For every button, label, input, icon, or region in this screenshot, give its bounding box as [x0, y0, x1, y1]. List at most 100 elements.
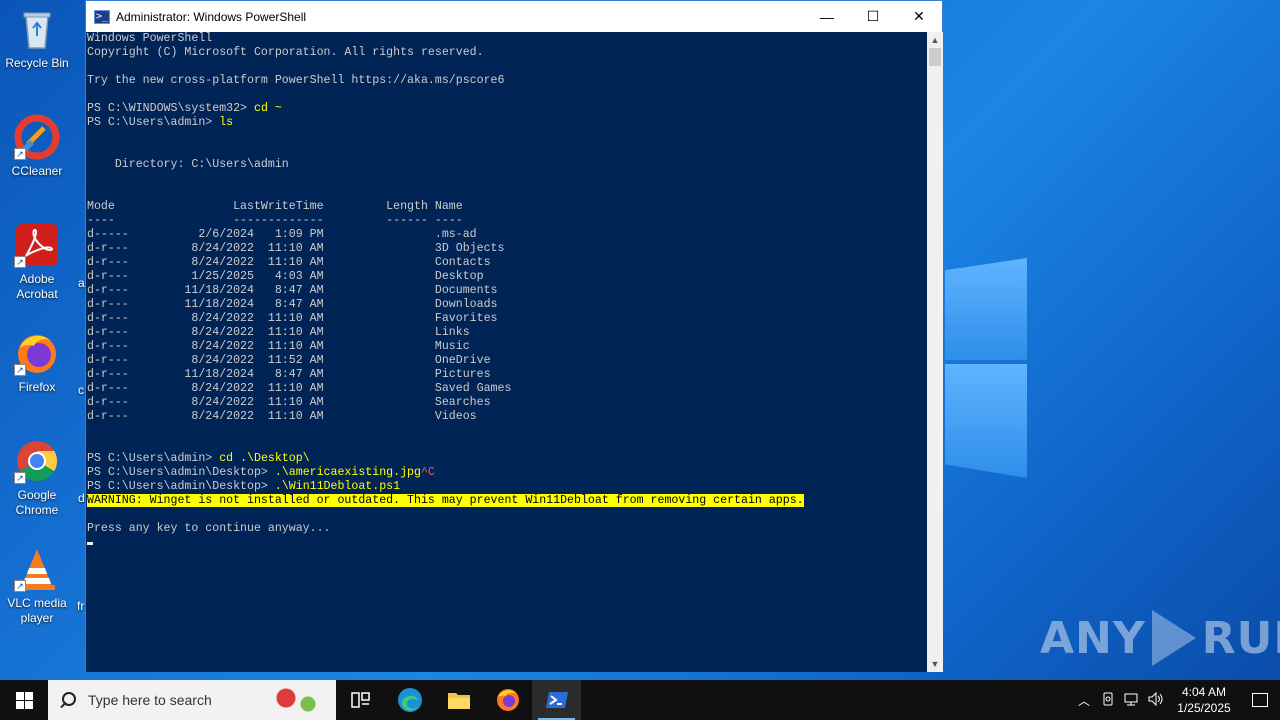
console-line: PS C:\Users\admin> ls: [87, 116, 927, 130]
console-line: d-r--- 11/18/2024 8:47 AM Pictures: [87, 368, 491, 381]
device-icon[interactable]: [1096, 692, 1120, 709]
shortcut-arrow-icon: ↗: [14, 364, 26, 376]
file-explorer-taskbar-button[interactable]: [434, 680, 483, 720]
maximize-button[interactable]: ☐: [850, 1, 896, 32]
shortcut-arrow-icon: ↗: [14, 580, 26, 592]
notification-center-button[interactable]: [1240, 680, 1280, 720]
console-line: Press any key to continue anyway...: [87, 522, 331, 535]
console-output[interactable]: Windows PowerShell Copyright (C) Microsof…: [86, 32, 927, 672]
ccleaner-icon: ↗: [14, 114, 60, 160]
desktop-icon-label: Firefox: [18, 380, 56, 394]
task-view-button[interactable]: [336, 680, 385, 720]
console-line: d-r--- 8/24/2022 11:10 AM Videos: [87, 410, 477, 423]
partial-desktop-label: fr: [77, 599, 85, 613]
desktop-icon-label: CCleaner: [11, 164, 63, 178]
scrollbar-thumb[interactable]: [929, 48, 941, 66]
minimize-button[interactable]: —: [804, 1, 850, 32]
vertical-scrollbar[interactable]: ▲ ▼: [927, 32, 943, 672]
shortcut-arrow-icon: ↗: [14, 472, 26, 484]
powershell-window[interactable]: >_ Administrator: Windows PowerShell — ☐…: [85, 0, 943, 672]
start-button[interactable]: [0, 680, 48, 720]
desktop-icon-adobe-acrobat[interactable]: ↗ Adobe Acrobat: [2, 222, 72, 302]
command-text: .\americaexisting.jpg: [274, 466, 421, 479]
adobe-acrobat-icon: ↗: [14, 222, 60, 268]
logo-pane-bottom: [945, 364, 1027, 478]
scroll-down-arrow-icon[interactable]: ▼: [927, 656, 943, 672]
console-line: Copyright (C) Microsoft Corporation. All…: [87, 46, 484, 59]
prompt-text: PS C:\Users\admin\Desktop>: [87, 466, 275, 479]
close-button[interactable]: ✕: [896, 1, 942, 32]
console-line: d-r--- 1/25/2025 4:03 AM Desktop: [87, 270, 484, 283]
prompt-text: PS C:\WINDOWS\system32>: [87, 102, 254, 115]
powershell-taskbar-button[interactable]: [532, 680, 581, 720]
search-highlight-image: [266, 684, 330, 716]
search-placeholder: Type here to search: [88, 692, 212, 708]
search-icon: [60, 691, 78, 709]
anyrun-watermark: ANY RUN: [1040, 610, 1280, 666]
window-titlebar[interactable]: >_ Administrator: Windows PowerShell — ☐…: [86, 1, 942, 32]
console-line: [87, 536, 927, 550]
firefox-icon: [496, 689, 519, 711]
desktop-icon-recycle-bin[interactable]: Recycle Bin: [2, 6, 72, 71]
notification-icon: [1252, 693, 1268, 707]
watermark-text-left: ANY: [1040, 612, 1146, 664]
desktop-icon-google-chrome[interactable]: ↗ Google Chrome: [2, 438, 72, 518]
taskbar-clock[interactable]: 4:04 AM 1/25/2025: [1168, 684, 1240, 716]
console-line: Directory: C:\Users\admin: [87, 158, 289, 171]
desktop-icon-label: VLC media player: [7, 596, 67, 625]
firefox-taskbar-button[interactable]: [483, 680, 532, 720]
edge-icon: [397, 688, 422, 712]
console-line: PS C:\Users\admin> cd .\Desktop\: [87, 452, 927, 466]
taskbar: Type here to search ︿ 4:04 AM 1/25/2025: [0, 680, 1280, 720]
command-text: cd ~: [253, 102, 282, 115]
desktop-icon-label: Adobe Acrobat: [16, 272, 58, 301]
clock-date: 1/25/2025: [1177, 701, 1231, 715]
prompt-text: PS C:\Users\admin\Desktop>: [87, 480, 275, 493]
taskbar-search-box[interactable]: Type here to search: [48, 680, 336, 720]
console-line: d-r--- 8/24/2022 11:10 AM Searches: [87, 396, 491, 409]
console-line: PS C:\Users\admin\Desktop> .\Win11Debloa…: [87, 480, 927, 494]
scroll-up-arrow-icon[interactable]: ▲: [927, 32, 943, 48]
volume-icon[interactable]: [1144, 691, 1168, 709]
desktop-icon-firefox[interactable]: ↗ Firefox: [2, 330, 72, 395]
desktop-icon-ccleaner[interactable]: ↗ CCleaner: [2, 114, 72, 179]
window-title: Administrator: Windows PowerShell: [116, 9, 307, 24]
powershell-icon: >_: [94, 9, 110, 24]
system-tray: ︿ 4:04 AM 1/25/2025: [1072, 680, 1280, 720]
console-text: Windows PowerShell Copyright (C) Microsof…: [86, 32, 927, 550]
chevron-up-icon[interactable]: ︿: [1072, 692, 1096, 709]
console-line: PS C:\WINDOWS\system32> cd ~: [87, 102, 927, 116]
console-line: ---- ------------- ------ ----: [87, 214, 463, 227]
text-cursor: [87, 542, 93, 545]
partial-desktop-label: c: [78, 383, 84, 397]
console-line: WARNING: Winget is not installed or outd…: [87, 494, 927, 508]
task-view-icon: [350, 692, 370, 708]
interrupt-text: ^C: [420, 466, 435, 479]
console-line: PS C:\Users\admin\Desktop> .\americaexis…: [87, 466, 927, 480]
prompt-text: PS C:\Users\admin>: [87, 116, 220, 129]
command-text: .\Win11Debloat.ps1: [274, 480, 401, 493]
prompt-text: PS C:\Users\admin>: [87, 452, 220, 465]
partial-desktop-label: a: [78, 276, 85, 290]
logo-pane-top: [945, 258, 1027, 360]
desktop-icon-label: Google Chrome: [15, 488, 59, 517]
desktop-icon-vlc[interactable]: ↗ VLC media player: [2, 546, 72, 626]
vlc-icon: ↗: [14, 546, 60, 592]
console-line: d-r--- 8/24/2022 11:10 AM Saved Games: [87, 382, 512, 395]
network-icon[interactable]: [1120, 692, 1144, 709]
console-line: Windows PowerShell: [87, 32, 213, 45]
chrome-icon: ↗: [14, 438, 60, 484]
console-line: d-r--- 11/18/2024 8:47 AM Documents: [87, 284, 498, 297]
console-line: d-r--- 8/24/2022 11:10 AM Links: [87, 326, 470, 339]
shortcut-arrow-icon: ↗: [14, 148, 26, 160]
desktop-icon-label: Recycle Bin: [5, 56, 69, 70]
console-line: d-r--- 8/24/2022 11:10 AM Favorites: [87, 312, 498, 325]
edge-taskbar-button[interactable]: [385, 680, 434, 720]
recycle-bin-icon: [14, 6, 60, 52]
